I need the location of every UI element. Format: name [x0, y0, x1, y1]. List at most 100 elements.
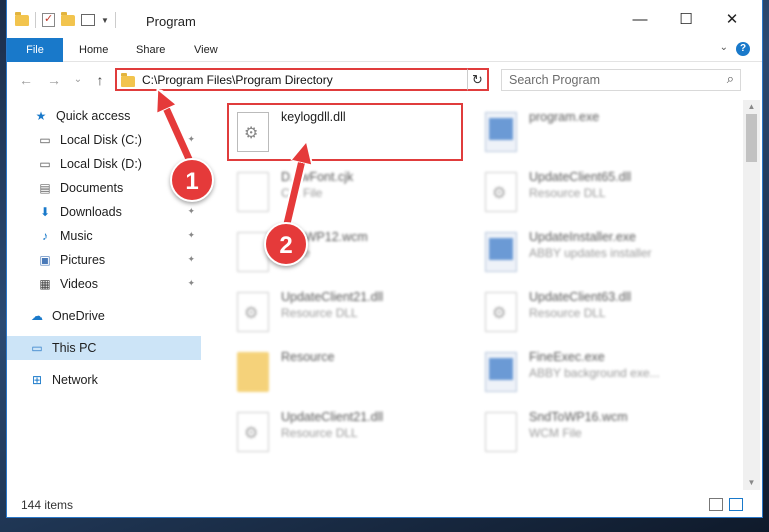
item-count: 144 items — [21, 498, 74, 512]
tab-share[interactable]: Share — [124, 38, 177, 62]
file-name: UpdateClient63.dll — [529, 290, 632, 304]
file-type: C... File — [281, 186, 323, 200]
sidebar-item[interactable]: ☁ OneDrive — [7, 304, 201, 328]
minimize-button[interactable]: — — [625, 8, 655, 32]
divider — [35, 12, 36, 28]
sidebar-item-label: Local Disk (D:) — [60, 157, 142, 171]
pictures-icon: ▣ — [39, 253, 51, 267]
sidebar-item[interactable]: ▣ Pictures ✦ — [7, 248, 201, 272]
chevron-down-icon[interactable]: ▼ — [101, 16, 109, 25]
address-bar[interactable]: C:\Program Files\Program Directory ⌄ — [115, 68, 487, 91]
new-folder-icon[interactable] — [61, 11, 75, 26]
dll-file-icon — [485, 172, 517, 212]
details-view-icon[interactable] — [709, 498, 723, 511]
folder-icon — [15, 11, 29, 26]
folder-file-icon — [237, 352, 269, 392]
file-item[interactable]: program.exe — [481, 106, 721, 162]
sidebar-item[interactable]: ★ Quick access — [7, 104, 201, 128]
doc-file-icon — [237, 172, 269, 212]
exe-file-icon — [485, 232, 517, 272]
close-button[interactable]: ✕ — [717, 8, 747, 32]
documents-icon: ▤ — [39, 181, 51, 195]
pin-icon[interactable]: ✦ — [187, 206, 195, 217]
file-type: WCM File — [529, 426, 582, 440]
scrollbar-thumb[interactable] — [746, 114, 757, 162]
file-name: D...wFont.cjk — [281, 170, 354, 184]
collapse-ribbon-icon[interactable]: ⌄ — [720, 42, 728, 53]
help-icon[interactable]: ? — [736, 42, 750, 56]
search-box[interactable]: ⌕ — [501, 69, 741, 91]
sidebar-item[interactable]: ♪ Music ✦ — [7, 224, 201, 248]
pin-icon[interactable]: ✦ — [187, 278, 195, 289]
file-item[interactable]: UpdateClient63.dll Resource DLL — [481, 286, 721, 342]
tab-home[interactable]: Home — [67, 38, 120, 62]
file-highlight-box — [227, 103, 463, 161]
callout-1-badge: 1 — [170, 158, 214, 202]
vertical-scrollbar[interactable]: ▲ ▼ — [743, 100, 760, 490]
sidebar-item-label: Documents — [60, 181, 124, 195]
sidebar-item-label: Music — [60, 229, 93, 243]
sidebar-item-label: OneDrive — [52, 309, 105, 323]
scroll-down-icon[interactable]: ▼ — [743, 476, 760, 490]
file-item[interactable]: UpdateClient21.dll Resource DLL — [233, 286, 473, 342]
file-name: UpdateClient21.dll — [281, 290, 384, 304]
sidebar-item-label: Downloads — [60, 205, 122, 219]
sidebar-item[interactable]: ⊞ Network — [7, 368, 201, 392]
file-item[interactable]: Resource — [233, 346, 473, 402]
view-icon[interactable] — [81, 14, 95, 26]
file-item[interactable]: UpdateClient21.dll Resource DLL — [233, 406, 473, 462]
maximize-button[interactable]: ☐ — [671, 8, 701, 32]
sidebar-item[interactable]: ▦ Videos ✦ — [7, 272, 201, 296]
file-name: program.exe — [529, 110, 600, 124]
tab-file[interactable]: File — [7, 38, 63, 62]
up-button[interactable]: ↑ — [91, 71, 109, 89]
file-type: ABBY background exe... — [529, 366, 660, 380]
videos-icon: ▦ — [39, 277, 51, 291]
window-title: Program — [146, 14, 196, 29]
computer-icon: ▭ — [31, 341, 43, 355]
file-name: UpdateClient65.dll — [529, 170, 632, 184]
exe-file-icon — [485, 352, 517, 392]
file-item[interactable]: FineExec.exe ABBY background exe... — [481, 346, 721, 402]
properties-icon[interactable] — [42, 12, 55, 27]
sidebar-item-label: This PC — [52, 341, 97, 355]
pin-icon[interactable]: ✦ — [187, 230, 195, 241]
refresh-button[interactable]: ↻ — [467, 68, 489, 91]
tab-view[interactable]: View — [182, 38, 230, 62]
callout-2-badge: 2 — [264, 222, 308, 266]
sidebar-item[interactable]: ▭ This PC — [7, 336, 201, 360]
scroll-up-icon[interactable]: ▲ — [743, 100, 760, 114]
file-item[interactable]: UpdateInstaller.exe ABBY updates installe… — [481, 226, 721, 282]
title-bar: ▼ Program — ☐ ✕ — [7, 0, 762, 40]
address-path[interactable]: C:\Program Files\Program Directory — [142, 73, 333, 87]
sidebar-item-label: Quick access — [56, 109, 131, 123]
large-icons-view-icon[interactable] — [729, 498, 743, 511]
drive-icon: ▭ — [39, 133, 51, 147]
forward-button[interactable]: → — [45, 71, 63, 89]
sidebar-item-label: Local Disk (C:) — [60, 133, 142, 147]
folder-icon — [121, 72, 135, 87]
file-type: Resource DLL — [281, 306, 358, 320]
back-button[interactable]: ← — [17, 71, 35, 89]
file-item[interactable]: SndToWP16.wcm WCM File — [481, 406, 721, 462]
pin-icon[interactable]: ✦ — [187, 254, 195, 265]
file-type: ABBY updates installer — [529, 246, 652, 260]
search-input[interactable] — [502, 70, 702, 90]
quick-access-toolbar: ▼ — [15, 11, 116, 28]
file-type: Resource DLL — [529, 306, 606, 320]
file-item[interactable]: D...wFont.cjk C... File — [233, 166, 473, 222]
search-icon[interactable]: ⌕ — [727, 71, 734, 87]
sidebar-item-label: Pictures — [60, 253, 106, 267]
file-type: Resource DLL — [281, 426, 358, 440]
dll-file-icon — [485, 292, 517, 332]
doc-file-icon — [485, 412, 517, 452]
sidebar-item[interactable]: ⬇ Downloads ✦ — [7, 200, 201, 224]
sidebar-item[interactable]: ▭ Local Disk (C:) ✦ — [7, 128, 201, 152]
status-bar: 144 items — [7, 492, 762, 517]
drive-icon: ▭ — [39, 157, 51, 171]
recent-locations-button[interactable]: ⌄ — [69, 71, 87, 89]
file-item[interactable]: UpdateClient65.dll Resource DLL — [481, 166, 721, 222]
file-name: FineExec.exe — [529, 350, 605, 364]
sidebar-item-label: Network — [52, 373, 98, 387]
pin-icon[interactable]: ✦ — [187, 134, 195, 145]
